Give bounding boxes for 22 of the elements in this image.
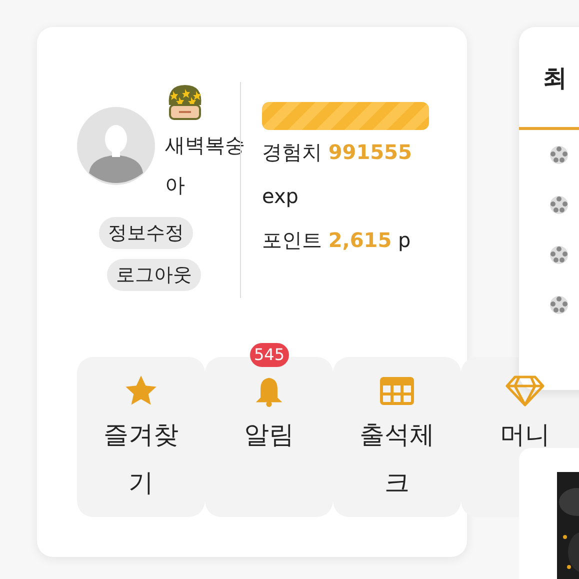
diamond-icon bbox=[505, 375, 545, 407]
menu-label: 출석체크 bbox=[358, 419, 436, 499]
logout-button[interactable]: 로그아웃 bbox=[107, 259, 201, 291]
points-text: 포인트 2,615 p bbox=[262, 227, 412, 254]
exp-unit: exp bbox=[262, 183, 300, 210]
menu-tile[interactable]: 즐겨찾기 bbox=[77, 357, 205, 517]
card-title: 최 bbox=[543, 63, 567, 93]
star-icon bbox=[125, 375, 157, 407]
ball-icon bbox=[549, 245, 569, 265]
calendar-grid-icon bbox=[380, 375, 414, 407]
menu-label: 머니 bbox=[499, 419, 551, 451]
menu-label: 알림 bbox=[243, 419, 295, 451]
ball-icon bbox=[549, 195, 569, 215]
nickname: 새벽복숭아 bbox=[165, 132, 246, 199]
exp-text: 경험치 991555 bbox=[262, 139, 413, 166]
ball-icon bbox=[549, 145, 569, 165]
notification-badge: 545 bbox=[250, 343, 289, 367]
menu-tile[interactable]: 출석체크 bbox=[333, 357, 461, 517]
ball-icon bbox=[549, 295, 569, 315]
edit-profile-button[interactable]: 정보수정 bbox=[99, 217, 193, 249]
menu-label: 즐겨찾기 bbox=[102, 419, 180, 499]
avatar-icon bbox=[77, 107, 155, 185]
